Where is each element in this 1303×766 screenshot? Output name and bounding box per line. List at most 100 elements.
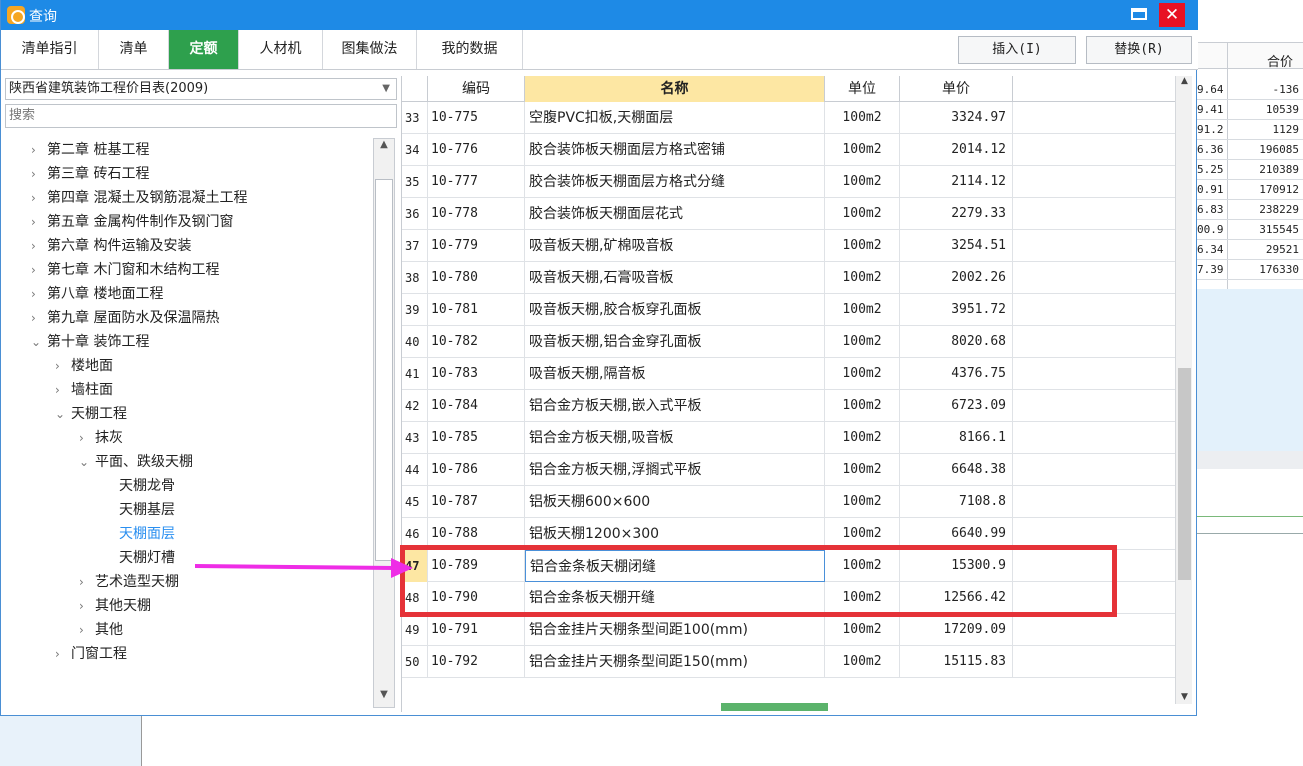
cell-code[interactable]: 10-780 <box>428 262 525 294</box>
chevron-right-icon[interactable]: › <box>31 186 47 210</box>
cell-code[interactable]: 10-776 <box>428 134 525 166</box>
cell-unit[interactable]: 100m2 <box>825 646 900 678</box>
cell-price[interactable]: 2279.33 <box>900 198 1013 230</box>
maximize-icon[interactable] <box>1131 8 1147 20</box>
cell-unit[interactable]: 100m2 <box>825 422 900 454</box>
tree-node[interactable]: › 其他 <box>79 618 123 642</box>
chevron-right-icon[interactable]: › <box>31 210 47 234</box>
chevron-right-icon[interactable]: › <box>55 354 71 378</box>
header-unit[interactable]: 单位 <box>825 76 900 102</box>
cell-code[interactable]: 10-787 <box>428 486 525 518</box>
table-scrollbar[interactable]: ▲ ▼ <box>1175 76 1192 704</box>
scroll-up-icon[interactable]: ▲ <box>1176 76 1193 86</box>
chevron-down-icon[interactable]: ⌄ <box>55 402 71 426</box>
cell-price[interactable]: 8166.1 <box>900 422 1013 454</box>
table-row[interactable]: 42 10-784 铝合金方板天棚,嵌入式平板 100m2 6723.09 <box>402 390 1175 422</box>
chevron-right-icon[interactable]: › <box>31 162 47 186</box>
cell-name[interactable]: 铝合金挂片天棚条型间距100(mm) <box>525 614 825 646</box>
replace-button[interactable]: 替换(R) <box>1086 36 1192 64</box>
tree-scroll-thumb[interactable] <box>375 179 393 561</box>
cell-code[interactable]: 10-775 <box>428 102 525 134</box>
table-row[interactable]: 43 10-785 铝合金方板天棚,吸音板 100m2 8166.1 <box>402 422 1175 454</box>
cell-name[interactable]: 空腹PVC扣板,天棚面层 <box>525 102 825 134</box>
cell-name[interactable]: 铝板天棚600×600 <box>525 486 825 518</box>
cell-price[interactable]: 17209.09 <box>900 614 1013 646</box>
scroll-down-icon[interactable]: ▼ <box>1176 692 1193 702</box>
tree-node[interactable]: 天棚灯槽 <box>103 546 175 570</box>
header-name[interactable]: 名称 <box>525 76 825 102</box>
tree-node[interactable]: › 门窗工程 <box>55 642 127 666</box>
cell-name[interactable]: 铝合金方板天棚,嵌入式平板 <box>525 390 825 422</box>
chevron-right-icon[interactable]: › <box>31 282 47 306</box>
cell-code[interactable]: 10-792 <box>428 646 525 678</box>
table-row[interactable]: 38 10-780 吸音板天棚,石膏吸音板 100m2 2002.26 <box>402 262 1175 294</box>
chevron-right-icon[interactable]: › <box>31 306 47 330</box>
table-row[interactable]: 36 10-778 胶合装饰板天棚面层花式 100m2 2279.33 <box>402 198 1175 230</box>
tree-node[interactable]: › 抹灰 <box>79 426 123 450</box>
tab-labor-material[interactable]: 人材机 <box>239 30 323 69</box>
insert-button[interactable]: 插入(I) <box>958 36 1076 64</box>
cell-unit[interactable]: 100m2 <box>825 198 900 230</box>
cell-code[interactable]: 10-782 <box>428 326 525 358</box>
chevron-right-icon[interactable]: › <box>79 594 95 618</box>
tree-node[interactable]: › 第八章 楼地面工程 <box>31 282 163 306</box>
cell-price[interactable]: 3254.51 <box>900 230 1013 262</box>
tree-node[interactable]: › 其他天棚 <box>79 594 151 618</box>
chevron-right-icon[interactable]: › <box>79 426 95 450</box>
table-row[interactable]: 37 10-779 吸音板天棚,矿棉吸音板 100m2 3254.51 <box>402 230 1175 262</box>
cell-price[interactable]: 8020.68 <box>900 326 1013 358</box>
cell-unit[interactable]: 100m2 <box>825 454 900 486</box>
tree-node[interactable]: › 第九章 屋面防水及保温隔热 <box>31 306 219 330</box>
cell-unit[interactable]: 100m2 <box>825 262 900 294</box>
cell-unit[interactable]: 100m2 <box>825 326 900 358</box>
cell-unit[interactable]: 100m2 <box>825 486 900 518</box>
cell-code[interactable]: 10-781 <box>428 294 525 326</box>
cell-name[interactable]: 吸音板天棚,石膏吸音板 <box>525 262 825 294</box>
chevron-right-icon[interactable]: › <box>31 234 47 258</box>
chevron-right-icon[interactable]: › <box>55 642 71 666</box>
tab-bill[interactable]: 清单 <box>99 30 169 69</box>
cell-unit[interactable]: 100m2 <box>825 102 900 134</box>
cell-unit[interactable]: 100m2 <box>825 358 900 390</box>
cell-name[interactable]: 吸音板天棚,铝合金穿孔面板 <box>525 326 825 358</box>
cell-price[interactable]: 3324.97 <box>900 102 1013 134</box>
header-price[interactable]: 单价 <box>900 76 1013 102</box>
tree-node[interactable]: 天棚龙骨 <box>103 474 175 498</box>
cell-price[interactable]: 2014.12 <box>900 134 1013 166</box>
cell-code[interactable]: 10-779 <box>428 230 525 262</box>
tree-node[interactable]: ⌄ 天棚工程 <box>55 402 127 426</box>
chevron-down-icon[interactable]: ⌄ <box>31 330 47 354</box>
tree-node[interactable]: 天棚基层 <box>103 498 175 522</box>
cell-price[interactable]: 6648.38 <box>900 454 1013 486</box>
cell-price[interactable]: 2114.12 <box>900 166 1013 198</box>
table-row[interactable]: 40 10-782 吸音板天棚,铝合金穿孔面板 100m2 8020.68 <box>402 326 1175 358</box>
chevron-down-icon[interactable]: ⌄ <box>79 450 95 474</box>
tree-node[interactable]: › 第三章 砖石工程 <box>31 162 149 186</box>
cell-name[interactable]: 铝合金挂片天棚条型间距150(mm) <box>525 646 825 678</box>
table-row[interactable]: 34 10-776 胶合装饰板天棚面层方格式密铺 100m2 2014.12 <box>402 134 1175 166</box>
tree-node[interactable]: › 第四章 混凝土及钢筋混凝土工程 <box>31 186 247 210</box>
tree-node[interactable]: › 第六章 构件运输及安装 <box>31 234 191 258</box>
chevron-right-icon[interactable]: › <box>79 618 95 642</box>
cell-name[interactable]: 胶合装饰板天棚面层花式 <box>525 198 825 230</box>
tab-atlas[interactable]: 图集做法 <box>323 30 417 69</box>
cell-price[interactable]: 15115.83 <box>900 646 1013 678</box>
cell-code[interactable]: 10-784 <box>428 390 525 422</box>
scroll-up-icon[interactable]: ▲ <box>374 139 394 157</box>
tree-node[interactable]: › 艺术造型天棚 <box>79 570 179 594</box>
tree-node[interactable]: › 第七章 木门窗和木结构工程 <box>31 258 219 282</box>
tab-bill-guide[interactable]: 清单指引 <box>1 30 99 69</box>
cell-code[interactable]: 10-778 <box>428 198 525 230</box>
tab-my-data[interactable]: 我的数据 <box>417 30 523 69</box>
cell-name[interactable]: 吸音板天棚,隔音板 <box>525 358 825 390</box>
table-row[interactable]: 35 10-777 胶合装饰板天棚面层方格式分缝 100m2 2114.12 <box>402 166 1175 198</box>
cell-name[interactable]: 胶合装饰板天棚面层方格式密铺 <box>525 134 825 166</box>
cell-unit[interactable]: 100m2 <box>825 614 900 646</box>
library-dropdown[interactable]: 陕西省建筑装饰工程价目表(2009) ▼ <box>5 78 397 100</box>
tree-scrollbar[interactable]: ▲ ▼ <box>373 138 395 708</box>
cell-name[interactable]: 吸音板天棚,胶合板穿孔面板 <box>525 294 825 326</box>
table-row[interactable]: 44 10-786 铝合金方板天棚,浮搁式平板 100m2 6648.38 <box>402 454 1175 486</box>
table-row[interactable]: 41 10-783 吸音板天棚,隔音板 100m2 4376.75 <box>402 358 1175 390</box>
table-row[interactable]: 39 10-781 吸音板天棚,胶合板穿孔面板 100m2 3951.72 <box>402 294 1175 326</box>
cell-code[interactable]: 10-777 <box>428 166 525 198</box>
